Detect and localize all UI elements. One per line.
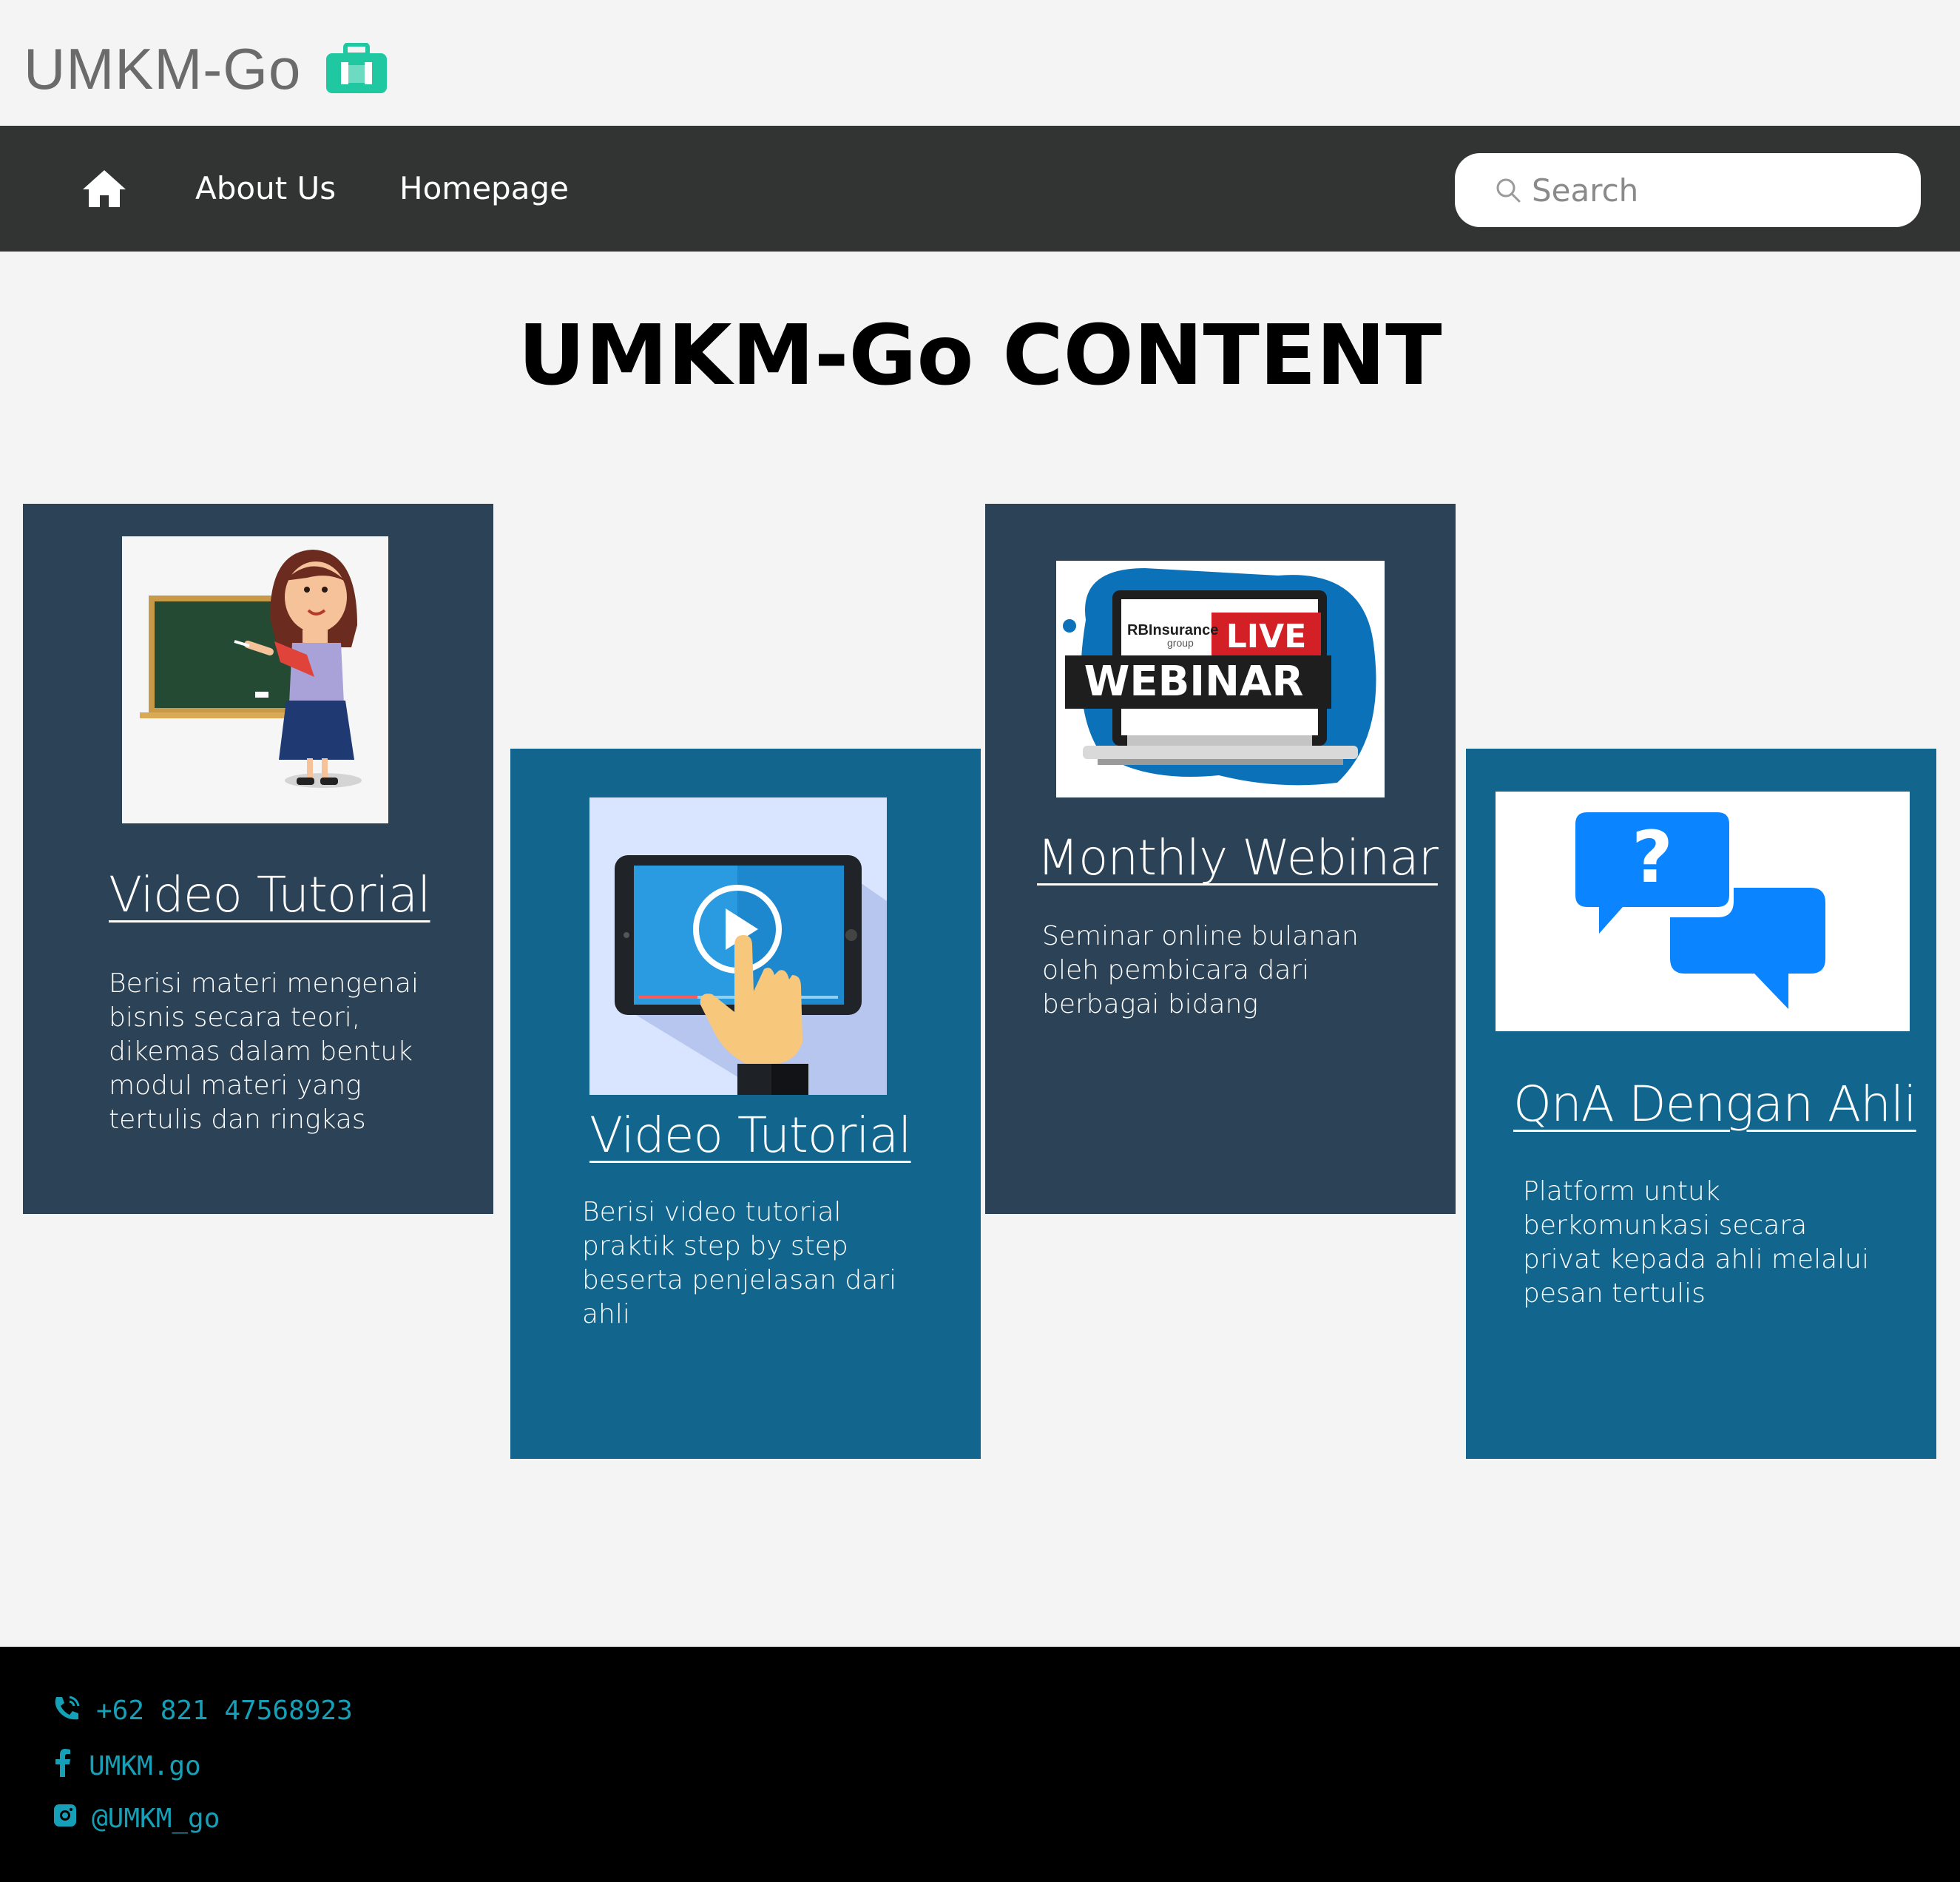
card-description: Seminar online bulanan oleh pembicara da… bbox=[1042, 921, 1359, 1019]
footer: +62 821 47568923 UMKM.go @UMKM_go bbox=[0, 1647, 1960, 1882]
phone-icon bbox=[52, 1694, 96, 1727]
brand-logo[interactable]: UMKM-Go bbox=[24, 36, 388, 102]
card-description: Berisi materi mengenai bisnis secara teo… bbox=[109, 968, 419, 1135]
facebook-icon bbox=[52, 1749, 89, 1784]
question-chat-illustration: ? bbox=[1496, 792, 1910, 1031]
content-card-qna-dengan-ahli: ? QnA Dengan Ahli Platform untuk berkomu… bbox=[1466, 749, 1936, 1459]
page-title: UMKM-Go CONTENT bbox=[518, 308, 1442, 404]
card-title-link[interactable]: Video Tutorial bbox=[109, 866, 431, 923]
top-navbar: About Us Homepage bbox=[0, 126, 1960, 252]
webinar-brand-sub-text: group bbox=[1167, 637, 1194, 649]
webinar-live-text: LIVE bbox=[1226, 618, 1307, 655]
search-box[interactable] bbox=[1455, 153, 1921, 227]
content-card-video-tutorial-1: Video Tutorial Berisi materi mengenai bi… bbox=[23, 504, 493, 1214]
phone-number: +62 821 47568923 bbox=[96, 1696, 353, 1726]
card-title-link[interactable]: Monthly Webinar bbox=[1037, 829, 1439, 886]
svg-text:?: ? bbox=[1632, 816, 1673, 899]
card-description: Platform untuk berkomunkasi secara priva… bbox=[1523, 1176, 1869, 1309]
instagram-handle: @UMKM_go bbox=[92, 1804, 220, 1834]
facebook-handle: UMKM.go bbox=[89, 1751, 201, 1781]
webinar-title-text: WEBINAR bbox=[1084, 658, 1304, 706]
footer-instagram[interactable]: @UMKM_go bbox=[52, 1802, 220, 1835]
live-webinar-illustration: RBInsurance group LIVE WEBINAR bbox=[1056, 561, 1385, 797]
brand-name: UMKM-Go bbox=[24, 36, 302, 101]
footer-phone[interactable]: +62 821 47568923 bbox=[52, 1694, 353, 1727]
search-icon bbox=[1495, 177, 1521, 203]
search-input[interactable] bbox=[1532, 163, 1902, 217]
card-title-link[interactable]: QnA Dengan Ahli bbox=[1513, 1076, 1917, 1133]
nav-about-us-link[interactable]: About Us bbox=[195, 169, 336, 209]
home-icon[interactable] bbox=[81, 169, 127, 209]
teacher-illustration bbox=[122, 536, 388, 823]
footer-facebook[interactable]: UMKM.go bbox=[52, 1749, 201, 1784]
card-description: Berisi video tutorial praktik step by st… bbox=[582, 1197, 897, 1329]
content-card-monthly-webinar: RBInsurance group LIVE WEBINAR Monthly W… bbox=[985, 504, 1456, 1214]
instagram-icon bbox=[52, 1802, 92, 1835]
tablet-video-illustration bbox=[589, 797, 887, 1095]
webinar-brand-text: RBInsurance bbox=[1127, 622, 1218, 638]
card-title-link[interactable]: Video Tutorial bbox=[589, 1107, 912, 1164]
nav-homepage-link[interactable]: Homepage bbox=[399, 169, 569, 209]
briefcase-icon bbox=[325, 42, 388, 95]
content-card-video-tutorial-2: Video Tutorial Berisi video tutorial pra… bbox=[510, 749, 981, 1459]
